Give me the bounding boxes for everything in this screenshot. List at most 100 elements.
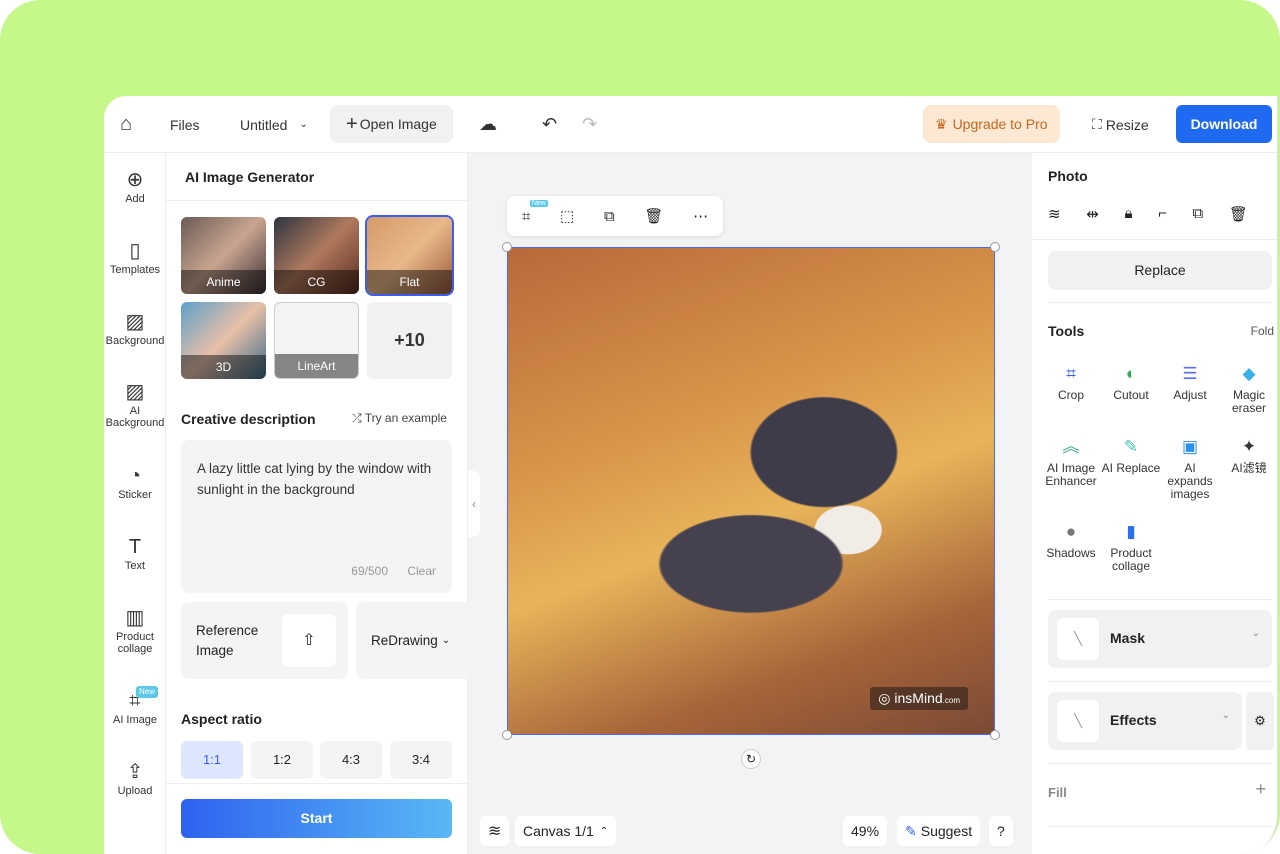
reference-image-box[interactable]: Reference Image ⇧ (181, 602, 348, 679)
tool-ai-replace[interactable]: ✎ AI Replace (1101, 436, 1161, 475)
watermark: ◎ insMind.com (870, 687, 968, 710)
tool-icon: ▣ (1181, 437, 1199, 456)
suggest-button[interactable]: ✎ Suggest (897, 816, 981, 846)
lock-icon[interactable]: 🔒︎ (1124, 205, 1132, 223)
add-fill-icon[interactable]: + (1255, 779, 1266, 800)
aspect-1-2[interactable]: 1:2 (251, 741, 313, 779)
select-icon[interactable]: ⬚ (560, 207, 574, 225)
rail-ai-background[interactable]: ▨ AI Background (104, 379, 166, 429)
style-anime[interactable]: Anime (181, 217, 266, 294)
mask-label: Mask (1110, 630, 1146, 646)
paint-format-icon[interactable]: ⌐ (1158, 205, 1167, 223)
home-icon[interactable]: ⌂ (120, 96, 132, 153)
canvas-selector[interactable]: Canvas 1/1 ⌃ (515, 816, 617, 846)
tool-icon: ◐ (1125, 364, 1137, 383)
ai-background-icon: ▨ (125, 381, 145, 403)
description-textarea[interactable]: A lazy little cat lying by the window wi… (181, 440, 452, 593)
ai-icon[interactable]: ⌗ New (522, 199, 548, 225)
resize-button[interactable]: ⛶ Resize (1092, 96, 1149, 153)
chevron-down-icon: ⌄ (441, 635, 451, 646)
collapse-panel-handle[interactable]: ‹ (468, 471, 480, 537)
tool-product-collage[interactable]: ▮ Product collage (1101, 521, 1161, 573)
tool-icon: ● (1065, 522, 1077, 541)
cloud-icon[interactable]: ☁ (479, 96, 497, 153)
tool-ai滤镜[interactable]: ✦ AI滤镜 (1219, 436, 1277, 475)
redrawing-label: ReDrawing (371, 633, 438, 648)
redrawing-select[interactable]: ReDrawing ⌄ (356, 602, 468, 679)
resize-handle[interactable] (990, 242, 1000, 252)
tool-ai-expands-images[interactable]: ▣ AI expands images (1160, 436, 1220, 501)
tool-shadows[interactable]: ● Shadows (1041, 521, 1101, 560)
tool-magic-eraser[interactable]: ◆ Magic eraser (1219, 363, 1277, 415)
generated-cat-image[interactable]: ◎ insMind.com (507, 247, 995, 735)
rail-background[interactable]: ▨ Background (104, 309, 166, 347)
fold-button[interactable]: Fold (1251, 324, 1274, 338)
effects-settings-icon[interactable]: ⚙ (1246, 692, 1274, 750)
document-title[interactable]: Untitled ⌄ (240, 96, 308, 153)
rail-templates[interactable]: ▯ Templates (104, 238, 166, 276)
duplicate-icon[interactable]: ⧉ (1193, 205, 1204, 223)
upgrade-button[interactable]: ♛ Upgrade to Pro (923, 105, 1060, 143)
undo-icon[interactable]: ↶ (542, 96, 557, 153)
tool-ai-image-enhancer[interactable]: ︽ AI Image Enhancer (1041, 436, 1101, 488)
aspect-3-4[interactable]: 3:4 (390, 741, 452, 779)
style-lineart[interactable]: LineArt (274, 302, 359, 379)
tool-cutout[interactable]: ◐ Cutout (1101, 363, 1161, 402)
rail-sticker[interactable]: ◔ Sticker (104, 463, 166, 501)
style-flat[interactable]: Flat (365, 215, 454, 296)
more-icon[interactable]: ⋯ (693, 207, 708, 225)
duplicate-icon[interactable]: ⧉ (604, 208, 615, 225)
resize-icon: ⛶ (1092, 116, 1102, 132)
style-cg[interactable]: CG (274, 217, 359, 294)
zoom-level[interactable]: 49% (843, 816, 888, 846)
effects-section[interactable]: ╲ Effects ⌄ (1048, 692, 1242, 750)
resize-label: Resize (1105, 116, 1149, 133)
delete-icon[interactable]: 🗑 (644, 207, 663, 225)
background-icon: ▨ (125, 311, 145, 333)
resize-handle[interactable] (502, 730, 512, 740)
resize-handle[interactable] (990, 730, 1000, 740)
aspect-1-1[interactable]: 1:1 (181, 741, 243, 779)
watermark-suffix: .com (942, 696, 960, 705)
upload-cloud-icon[interactable]: ⇧ (282, 614, 336, 667)
redo-icon[interactable]: ↷ (582, 96, 597, 153)
floating-toolbar: ⌗ New ⬚ ⧉ 🗑 ⋯ (507, 196, 723, 236)
mask-section[interactable]: ╲ Mask ⌄ (1048, 610, 1272, 668)
upgrade-label: Upgrade to Pro (952, 116, 1048, 132)
delete-icon[interactable]: 🗑 (1229, 205, 1248, 223)
rail-upload[interactable]: ⇪ Upload (104, 759, 166, 797)
more-styles-button[interactable]: +10 (367, 302, 452, 379)
rotate-icon[interactable]: ↻ (741, 749, 761, 769)
rail-add[interactable]: ⊕ Add (104, 167, 166, 205)
tool-label: Magic eraser (1231, 388, 1266, 415)
description-label: Creative description (181, 411, 316, 427)
tool-icon: ✦ (1241, 437, 1257, 456)
tool-crop[interactable]: ⌗ Crop (1041, 363, 1101, 402)
layers-icon[interactable]: ≋ (480, 816, 510, 846)
open-image-button[interactable]: + Open Image (330, 105, 453, 143)
rail-ai-image[interactable]: ⌗ New AI Image (104, 686, 166, 726)
sticker-icon: ◔ (128, 465, 142, 487)
help-button[interactable]: ? (989, 816, 1013, 846)
rail-label: Text (124, 560, 146, 572)
try-example-link[interactable]: ⤮ Try an example (352, 411, 447, 426)
resize-handle[interactable] (502, 242, 512, 252)
layers-icon[interactable]: ≋ (1048, 205, 1061, 223)
rail-product-collage[interactable]: ▥ Product collage (104, 605, 166, 655)
rail-text[interactable]: T Text (104, 534, 166, 572)
start-button[interactable]: Start (181, 799, 452, 838)
aspect-4-3[interactable]: 4:3 (320, 741, 382, 779)
clear-button[interactable]: Clear (407, 564, 436, 578)
download-button[interactable]: Download (1176, 105, 1272, 143)
tool-adjust[interactable]: ☰ Adjust (1160, 363, 1220, 402)
watermark-text: insMind (894, 690, 943, 706)
plus-icon: + (346, 112, 358, 135)
tools-label: Tools (1048, 323, 1085, 339)
open-image-label: Open Image (359, 116, 437, 132)
tool-icon: ◆ (1242, 364, 1256, 383)
style-3d[interactable]: 3D (181, 302, 266, 379)
files-menu[interactable]: Files (170, 96, 200, 153)
replace-button[interactable]: Replace (1048, 251, 1272, 290)
rail-label: AI Image (112, 714, 158, 726)
flip-icon[interactable]: ⇹ (1086, 205, 1099, 223)
